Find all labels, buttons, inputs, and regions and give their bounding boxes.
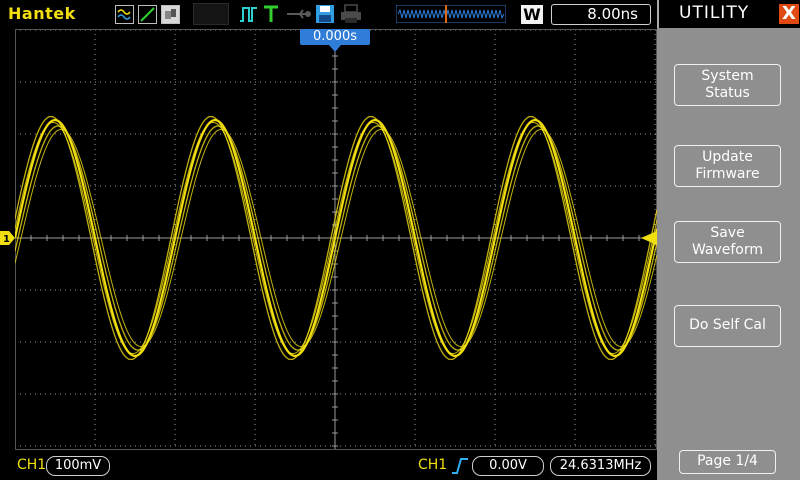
button-label-line1: Do Self Cal [689, 317, 766, 333]
frequency-readout: 24.6313MHz [550, 456, 651, 476]
scope-display [15, 29, 657, 450]
self-calibration-button[interactable]: Do Self Cal [674, 305, 781, 347]
top-status-bar: Hantek W 8.00ns [0, 0, 657, 28]
button-label-line1: System [701, 68, 754, 84]
trigger-level-marker[interactable] [641, 231, 657, 245]
line-mode-icon[interactable] [138, 5, 157, 24]
button-label-line1: Save [710, 225, 745, 241]
persist-mode-icon[interactable] [161, 5, 180, 24]
menu-title-bar: UTILITY X [657, 0, 800, 28]
system-status-button[interactable]: System Status [674, 64, 781, 106]
waveform-mode-icon[interactable] [115, 5, 134, 24]
button-label-line2: Firmware [695, 166, 760, 182]
wave-mode-indicator: W [521, 5, 543, 24]
memory-depth-bar-icon [396, 5, 506, 23]
volts-per-div-readout[interactable]: 100mV [46, 456, 110, 476]
update-firmware-button[interactable]: Update Firmware [674, 145, 781, 187]
trigger-t-icon [264, 5, 278, 22]
rising-edge-icon [452, 458, 468, 474]
scope-grid-and-trace [15, 29, 657, 450]
utility-menu-panel: UTILITY X System Status Update Firmware … [657, 0, 800, 480]
close-menu-button[interactable]: X [779, 4, 799, 24]
pulse-icon [240, 7, 257, 22]
screen-border [15, 29, 657, 450]
button-label-line1: Update [702, 149, 753, 165]
trigger-position-marker[interactable]: 0.000s [300, 29, 370, 45]
button-label-line2: Waveform [691, 242, 764, 258]
menu-title: UTILITY [679, 3, 750, 23]
save-disk-icon [316, 5, 334, 23]
printer-icon [341, 4, 361, 23]
ch1-offset-marker[interactable]: 1 [0, 231, 15, 245]
mode-separator [193, 3, 229, 25]
graticule-grid [15, 29, 657, 450]
channel-label: CH1 [17, 457, 47, 473]
trigger-source-label: CH1 [418, 457, 448, 473]
brand-logo: Hantek [8, 4, 76, 23]
button-label-line2: Status [705, 85, 750, 101]
page-selector-button[interactable]: Page 1/4 [679, 450, 776, 474]
trigger-level-readout[interactable]: 0.00V [472, 456, 544, 476]
usb-key-icon [287, 9, 311, 19]
ch1-marker-label: 1 [3, 234, 10, 245]
save-waveform-button[interactable]: Save Waveform [674, 221, 781, 263]
bottom-status-bar: CH1 100mV CH1 0.00V 24.6313MHz [0, 452, 657, 480]
trigger-position-arrow [329, 45, 341, 52]
timebase-readout[interactable]: 8.00ns [551, 4, 651, 25]
